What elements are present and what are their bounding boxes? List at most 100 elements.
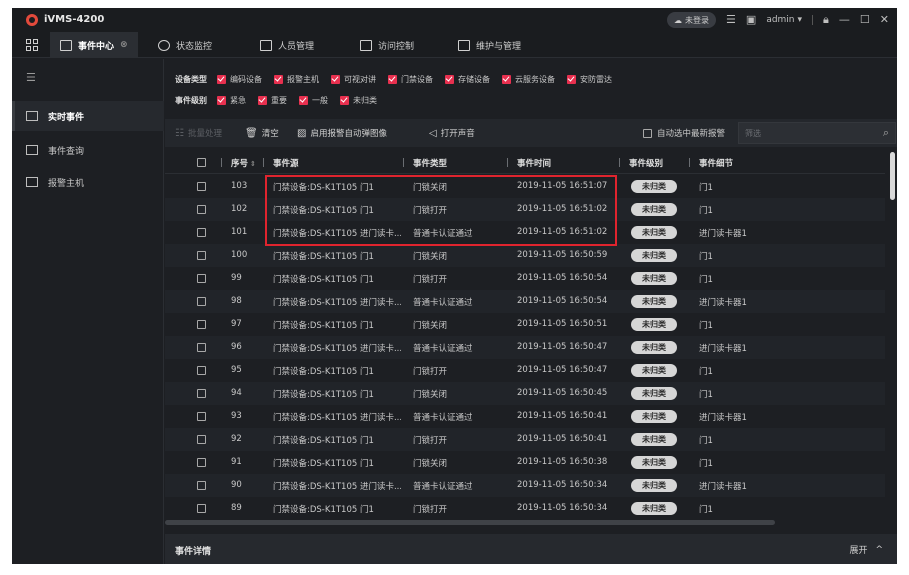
- device-type-option[interactable]: 云服务设备: [502, 74, 555, 85]
- row-checkbox[interactable]: [197, 435, 206, 444]
- checkbox-checked-icon[interactable]: [340, 95, 349, 105]
- lock-icon[interactable]: 🔒︎: [823, 12, 829, 28]
- close-icon[interactable]: ✕: [880, 12, 889, 28]
- table-row[interactable]: 93 门禁设备:DS-K1T105 进门读卡... 普通卡认证通过 2019-11-0…: [165, 405, 885, 428]
- auto-popup-image-button[interactable]: ▨ 启用报警自动弹图像: [297, 126, 387, 140]
- table-row[interactable]: 89 门禁设备:DS-K1T105 门1 门锁打开 2019-11-05 16:50:…: [165, 497, 885, 515]
- maximize-icon[interactable]: ☐: [860, 12, 870, 28]
- tab-maintenance[interactable]: 维护与管理: [458, 32, 521, 58]
- row-checkbox[interactable]: [197, 251, 206, 260]
- tab-close-icon[interactable]: ⊗: [120, 40, 128, 50]
- header-detail[interactable]: 事件细节: [699, 157, 733, 169]
- login-status-button[interactable]: ☁ 未登录: [667, 12, 717, 28]
- event-level-option[interactable]: 紧急: [217, 95, 246, 106]
- auto-select-latest-checkbox[interactable]: 自动选中最新报警: [643, 127, 725, 139]
- minimize-icon[interactable]: —: [839, 12, 850, 28]
- device-type-option[interactable]: 安防雷达: [567, 74, 612, 85]
- layout-icon[interactable]: ▣: [746, 12, 756, 28]
- table-row[interactable]: 90 门禁设备:DS-K1T105 进门读卡... 普通卡认证通过 2019-11-0…: [165, 474, 885, 497]
- cell-type: 普通卡认证通过: [413, 344, 473, 354]
- checkbox-checked-icon[interactable]: [217, 74, 226, 84]
- row-checkbox[interactable]: [197, 228, 206, 237]
- table-row[interactable]: 99 门禁设备:DS-K1T105 门1 门锁打开 2019-11-05 16:50:…: [165, 267, 885, 290]
- device-type-option[interactable]: 可视对讲: [331, 74, 376, 85]
- cell-time: 2019-11-05 16:51:02: [517, 227, 608, 237]
- search-input[interactable]: [745, 127, 875, 140]
- horizontal-scrollbar[interactable]: [165, 520, 775, 525]
- expand-button[interactable]: 展开 ^: [849, 543, 883, 557]
- tab-event-center[interactable]: 事件中心 ⊗: [50, 32, 138, 58]
- row-checkbox[interactable]: [197, 481, 206, 490]
- header-seq[interactable]: 序号 ⇕: [231, 157, 256, 169]
- checkbox-unchecked-icon[interactable]: [643, 128, 652, 138]
- tab-personnel[interactable]: 人员管理: [260, 32, 314, 58]
- table-row[interactable]: 94 门禁设备:DS-K1T105 门1 门锁关闭 2019-11-05 16:50:…: [165, 382, 885, 405]
- device-type-option[interactable]: 编码设备: [217, 74, 262, 85]
- table-row[interactable]: 91 门禁设备:DS-K1T105 门1 门锁关闭 2019-11-05 16:50:…: [165, 451, 885, 474]
- tab-event-center-label: 事件中心: [78, 41, 115, 52]
- table-row[interactable]: 95 门禁设备:DS-K1T105 门1 门锁打开 2019-11-05 16:50:…: [165, 359, 885, 382]
- collapse-menu-icon[interactable]: ☰: [26, 71, 36, 84]
- header-level[interactable]: 事件级别: [629, 157, 663, 169]
- clear-button[interactable]: 🗑︎ 清空: [245, 126, 279, 140]
- list-menu-icon[interactable]: ☰: [726, 12, 736, 28]
- vertical-scrollbar[interactable]: [889, 151, 897, 515]
- select-all-checkbox[interactable]: [197, 158, 206, 167]
- event-level-option[interactable]: 未归类: [340, 95, 377, 106]
- checkbox-checked-icon[interactable]: [331, 74, 340, 84]
- checkbox-checked-icon[interactable]: [502, 74, 511, 84]
- row-checkbox[interactable]: [197, 366, 206, 375]
- cell-seq: 95: [231, 365, 242, 375]
- table-row[interactable]: 100 门禁设备:DS-K1T105 门1 门锁关闭 2019-11-05 16:50…: [165, 244, 885, 267]
- device-type-option[interactable]: 门禁设备: [388, 74, 433, 85]
- header-type[interactable]: 事件类型: [413, 157, 447, 169]
- row-checkbox[interactable]: [197, 504, 206, 513]
- table-row[interactable]: 103 门禁设备:DS-K1T105 门1 门锁关闭 2019-11-05 16:51…: [165, 175, 885, 198]
- checkbox-checked-icon[interactable]: [445, 74, 454, 84]
- sidebar-item-alarm-host[interactable]: 报警主机: [12, 167, 164, 197]
- user-menu[interactable]: admin ▾: [766, 15, 802, 25]
- table-row[interactable]: 98 门禁设备:DS-K1T105 进门读卡... 普通卡认证通过 2019-11-0…: [165, 290, 885, 313]
- table-row[interactable]: 97 门禁设备:DS-K1T105 门1 门锁关闭 2019-11-05 16:50:…: [165, 313, 885, 336]
- row-checkbox[interactable]: [197, 205, 206, 214]
- search-box[interactable]: ⌕: [738, 122, 896, 144]
- sort-icon[interactable]: ⇕: [250, 160, 256, 168]
- header-time[interactable]: 事件时间: [517, 157, 551, 169]
- batch-process-button[interactable]: ☷ 批量处理: [175, 126, 222, 140]
- checkbox-checked-icon[interactable]: [567, 74, 576, 84]
- checkbox-checked-icon[interactable]: [274, 74, 283, 84]
- row-checkbox[interactable]: [197, 412, 206, 421]
- checkbox-checked-icon[interactable]: [258, 95, 267, 105]
- table-row[interactable]: 102 门禁设备:DS-K1T105 门1 门锁打开 2019-11-05 16:51…: [165, 198, 885, 221]
- speaker-icon: ◁: [429, 127, 437, 139]
- row-checkbox[interactable]: [197, 182, 206, 191]
- checkbox-checked-icon[interactable]: [299, 95, 308, 105]
- row-checkbox[interactable]: [197, 274, 206, 283]
- open-sound-button[interactable]: ◁ 打开声音: [429, 126, 475, 140]
- user-name: admin: [766, 15, 795, 25]
- module-grid-icon[interactable]: [26, 39, 38, 51]
- vertical-scroll-thumb[interactable]: [890, 152, 895, 200]
- table-row[interactable]: 92 门禁设备:DS-K1T105 门1 门锁打开 2019-11-05 16:50:…: [165, 428, 885, 451]
- row-checkbox[interactable]: [197, 343, 206, 352]
- device-type-option[interactable]: 报警主机: [274, 74, 319, 85]
- checkbox-checked-icon[interactable]: [388, 74, 397, 84]
- tab-status-monitor[interactable]: 状态监控: [158, 32, 212, 58]
- sidebar-item-event-search[interactable]: 事件查询: [12, 135, 164, 165]
- sidebar-item-realtime-events[interactable]: 实时事件: [12, 101, 164, 131]
- table-row[interactable]: 101 门禁设备:DS-K1T105 进门读卡... 普通卡认证通过 2019-11-…: [165, 221, 885, 244]
- table-row[interactable]: 96 门禁设备:DS-K1T105 进门读卡... 普通卡认证通过 2019-11-0…: [165, 336, 885, 359]
- row-checkbox[interactable]: [197, 458, 206, 467]
- search-icon[interactable]: ⌕: [883, 126, 889, 140]
- row-checkbox[interactable]: [197, 297, 206, 306]
- event-level-option[interactable]: 一般: [299, 95, 328, 106]
- header-source[interactable]: 事件源: [273, 157, 299, 169]
- header-divider: [403, 158, 404, 167]
- event-level-option[interactable]: 重要: [258, 95, 287, 106]
- checkbox-checked-icon[interactable]: [217, 95, 226, 105]
- cell-seq: 100: [231, 250, 248, 260]
- row-checkbox[interactable]: [197, 320, 206, 329]
- tab-access-control[interactable]: 访问控制: [360, 32, 414, 58]
- row-checkbox[interactable]: [197, 389, 206, 398]
- device-type-option[interactable]: 存储设备: [445, 74, 490, 85]
